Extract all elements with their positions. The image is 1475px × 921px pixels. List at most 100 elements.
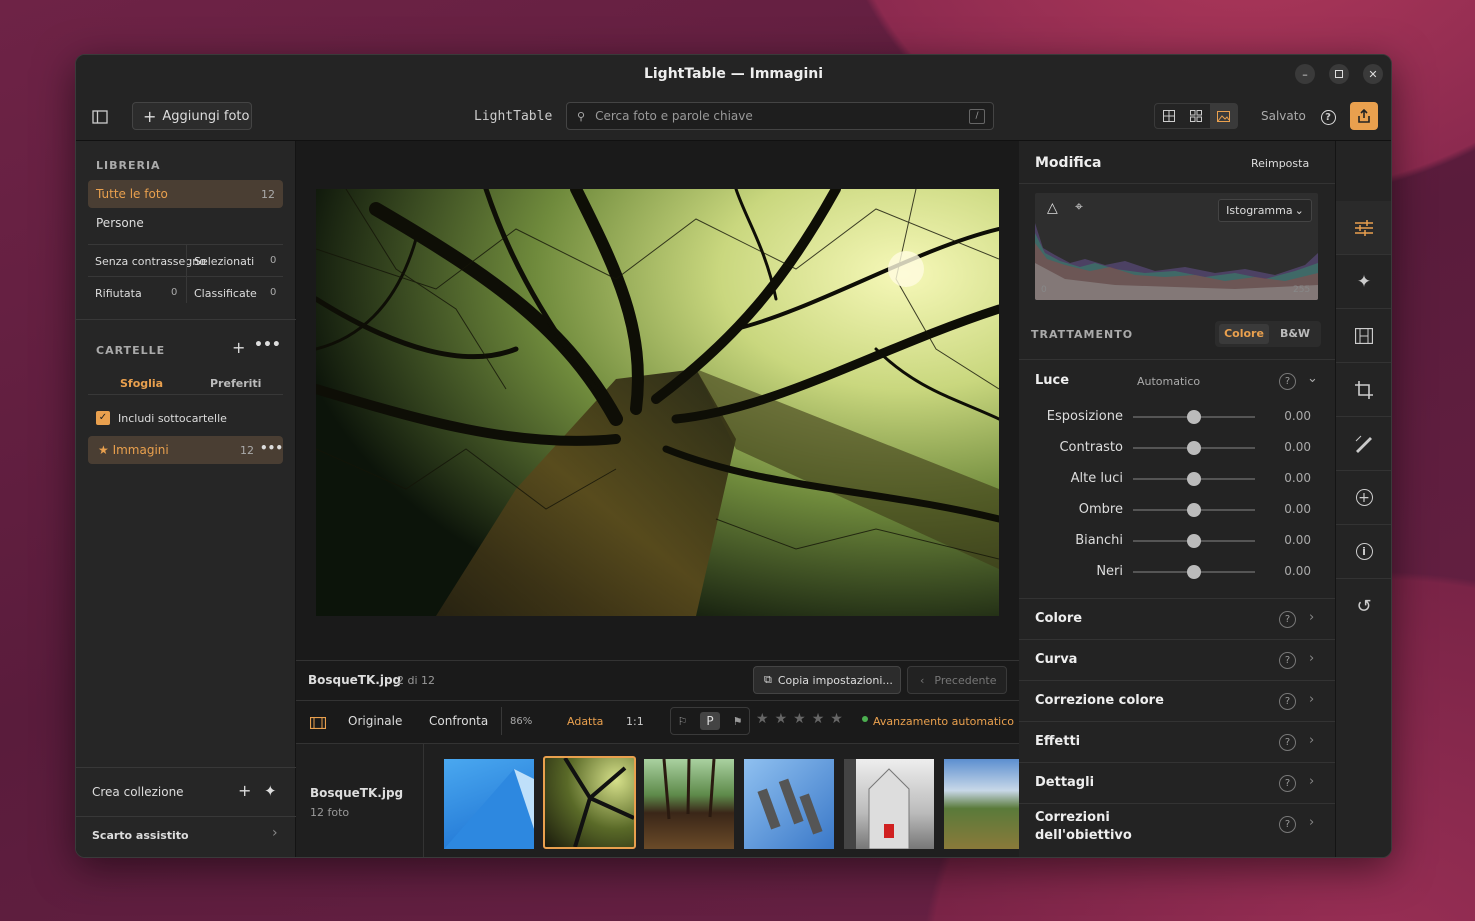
color-treatment-button[interactable]: Colore: [1219, 324, 1269, 344]
star-icon[interactable]: ★: [793, 711, 806, 727]
more-icon[interactable]: •••: [254, 337, 281, 353]
thumbnail[interactable]: [644, 759, 734, 849]
section-correzione-colore[interactable]: Correzione colore? ›: [1019, 680, 1335, 721]
slider-value[interactable]: 0.00: [1271, 471, 1311, 485]
previous-button[interactable]: ‹ Precedente: [907, 666, 1007, 694]
reject-flag-icon[interactable]: ⚑: [733, 715, 743, 728]
sidebar-toggle-icon[interactable]: [90, 107, 110, 127]
section-dettagli[interactable]: Dettagli? ›: [1019, 762, 1335, 803]
thumbnail[interactable]: [744, 759, 834, 849]
brush-icon[interactable]: [1336, 417, 1391, 471]
help-icon[interactable]: ?: [1279, 611, 1296, 628]
slider-value[interactable]: 0.00: [1271, 533, 1311, 547]
slider-handle[interactable]: [1187, 441, 1201, 455]
fit-button[interactable]: Adatta: [567, 715, 603, 728]
original-button[interactable]: Originale: [348, 714, 402, 728]
sidebar-item-people[interactable]: Persone: [96, 216, 144, 230]
slider-value[interactable]: 0.00: [1271, 502, 1311, 516]
add-collection-icon[interactable]: +: [238, 781, 251, 800]
bw-treatment-button[interactable]: B&W: [1275, 327, 1315, 340]
thumbnail[interactable]: [844, 759, 934, 849]
filter-selected[interactable]: Selezionati: [194, 255, 254, 268]
maximize-button[interactable]: [1329, 64, 1349, 84]
thumbnail[interactable]: [444, 759, 534, 849]
thumbnail[interactable]: [944, 759, 1019, 849]
slider-handle[interactable]: [1187, 410, 1201, 424]
help-icon[interactable]: ?: [1279, 775, 1296, 792]
slider-track[interactable]: [1133, 410, 1255, 424]
filter-unflagged[interactable]: Senza contrassegno: [95, 255, 206, 268]
section-colore[interactable]: Colore? ›: [1019, 598, 1335, 639]
reset-button[interactable]: Reimposta: [1251, 157, 1309, 170]
slider-handle[interactable]: [1187, 534, 1201, 548]
export-share-icon[interactable]: [1350, 102, 1378, 130]
section-correzioni-dell-obiettivo[interactable]: Correzioni dell'obiettivo? ›: [1019, 803, 1335, 844]
clipping-warning-icon[interactable]: △: [1047, 200, 1058, 216]
add-photos-button[interactable]: + Aggiungi foto: [132, 102, 252, 130]
create-collection-button[interactable]: Crea collezione: [92, 785, 184, 799]
slider-value[interactable]: 0.00: [1271, 564, 1311, 578]
histogram-mode-select[interactable]: Istogramma ⌄: [1218, 199, 1312, 222]
light-section-title[interactable]: Luce: [1035, 373, 1069, 388]
info-icon[interactable]: i: [1336, 525, 1391, 579]
slider-track[interactable]: [1133, 472, 1255, 486]
crop-icon[interactable]: [1336, 363, 1391, 417]
slider-track[interactable]: [1133, 565, 1255, 579]
help-icon[interactable]: ?: [1279, 373, 1296, 390]
slider-value[interactable]: 0.00: [1271, 440, 1311, 454]
auto-advance-toggle[interactable]: Avanzamento automatico: [873, 715, 1014, 728]
zoom-level[interactable]: 86%: [510, 716, 532, 727]
compare-button[interactable]: Confronta: [429, 714, 488, 728]
slider-track[interactable]: [1133, 441, 1255, 455]
help-icon[interactable]: ?: [1279, 816, 1296, 833]
slider-track[interactable]: [1133, 534, 1255, 548]
help-icon[interactable]: ?: [1279, 652, 1296, 669]
help-icon[interactable]: ?: [1279, 693, 1296, 710]
help-icon[interactable]: ?: [1279, 734, 1296, 751]
add-folder-icon[interactable]: +: [232, 338, 245, 357]
include-subfolders-checkbox[interactable]: ✓: [96, 411, 110, 425]
target-icon[interactable]: ⌖: [1075, 199, 1083, 215]
unflag-icon[interactable]: ⚐: [678, 715, 688, 728]
sidebar-item-all-photos[interactable]: Tutte le foto 12: [88, 180, 283, 208]
smart-collection-icon[interactable]: ✦: [264, 782, 277, 800]
add-layer-icon[interactable]: +: [1336, 471, 1391, 525]
help-icon[interactable]: ?: [1318, 107, 1338, 127]
star-icon[interactable]: ★: [812, 711, 825, 727]
section-curva[interactable]: Curva? ›: [1019, 639, 1335, 680]
history-icon[interactable]: ↺: [1336, 579, 1391, 633]
section-effetti[interactable]: Effetti? ›: [1019, 721, 1335, 762]
filmstrip-toggle-icon[interactable]: [309, 714, 327, 733]
main-photo[interactable]: [316, 189, 999, 616]
thumbnail-selected[interactable]: [543, 756, 636, 849]
slider-handle[interactable]: [1187, 472, 1201, 486]
tab-browse[interactable]: Sfoglia: [120, 377, 163, 390]
close-button[interactable]: ✕: [1363, 64, 1383, 84]
star-icon[interactable]: ★: [756, 711, 769, 727]
light-auto-button[interactable]: Automatico: [1137, 375, 1200, 388]
single-image-icon[interactable]: [1209, 104, 1237, 128]
star-icon[interactable]: ★: [830, 711, 843, 727]
one-to-one-button[interactable]: 1:1: [626, 715, 644, 728]
slider-handle[interactable]: [1187, 565, 1201, 579]
star-icon[interactable]: ★: [775, 711, 788, 727]
compact-grid-icon[interactable]: [1182, 104, 1209, 128]
folder-item-immagini[interactable]: ★ Immagini 12 •••: [88, 436, 283, 464]
assisted-cull-item[interactable]: Scarto assistito: [92, 829, 189, 842]
filmstrip-presets-icon[interactable]: [1336, 309, 1391, 363]
filter-rejected[interactable]: Rifiutata: [95, 287, 142, 300]
pick-flag-button[interactable]: P: [700, 712, 720, 730]
slider-handle[interactable]: [1187, 503, 1201, 517]
grid-view-icon[interactable]: [1155, 104, 1182, 128]
filter-rated[interactable]: Classificate: [194, 287, 257, 300]
slider-value[interactable]: 0.00: [1271, 409, 1311, 423]
adjust-tool-icon[interactable]: [1336, 201, 1391, 255]
chevron-down-icon[interactable]: ⌄: [1307, 371, 1318, 386]
folder-more-icon[interactable]: •••: [260, 441, 283, 455]
ai-enhance-icon[interactable]: ✦: [1336, 255, 1391, 309]
copy-settings-button[interactable]: ⧉ Copia impostazioni...: [753, 666, 901, 694]
slider-track[interactable]: [1133, 503, 1255, 517]
minimize-button[interactable]: –: [1295, 64, 1315, 84]
tab-favorites[interactable]: Preferiti: [210, 377, 261, 390]
search-input[interactable]: ⚲ Cerca foto e parole chiave /: [566, 102, 994, 130]
